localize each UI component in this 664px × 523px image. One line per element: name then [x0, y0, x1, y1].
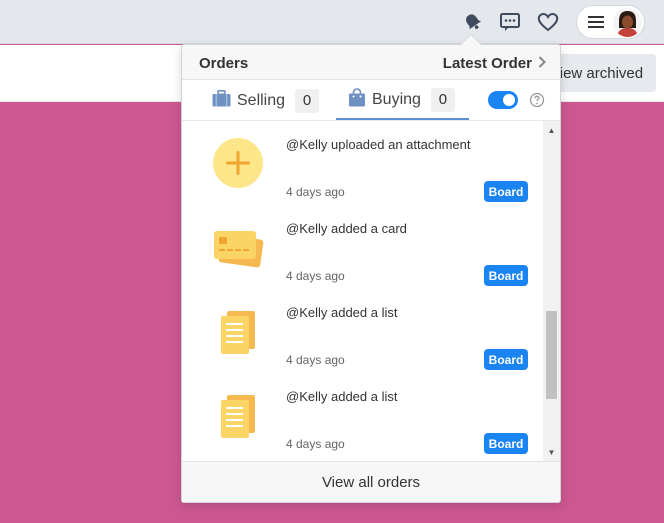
heart-icon[interactable] — [536, 10, 560, 34]
tab-selling-count: 0 — [295, 88, 320, 113]
account-menu-button[interactable] — [576, 5, 645, 39]
orders-tabs: Selling 0 Buying 0 — [182, 81, 560, 121]
tab-buying-label: Buying — [372, 90, 421, 108]
tab-selling-label: Selling — [237, 91, 286, 109]
document-list-icon — [210, 303, 266, 359]
scroll-up-arrow-icon[interactable]: ▲ — [543, 123, 560, 137]
document-list-icon — [210, 387, 266, 443]
item-text: @Kelly added a list — [286, 389, 398, 404]
board-button[interactable]: Board — [484, 265, 528, 286]
list-item[interactable]: @Kelly added a card 4 days ago Board — [182, 205, 542, 289]
item-time: 4 days ago — [286, 269, 345, 283]
latest-order-label: Latest Order — [442, 55, 532, 72]
menu-icon — [588, 15, 604, 34]
view-all-orders-link[interactable]: View all orders — [182, 461, 560, 502]
tab-buying-count: 0 — [430, 87, 455, 112]
shopping-bag-icon — [348, 87, 366, 112]
briefcase-icon — [212, 89, 231, 112]
board-button[interactable]: Board — [484, 433, 528, 454]
scrollbar[interactable]: ▲ ▼ — [543, 121, 560, 461]
help-icon[interactable] — [529, 92, 545, 113]
tab-selling[interactable]: Selling 0 — [212, 81, 320, 120]
chevron-right-icon — [538, 55, 546, 72]
plus-circle-icon — [210, 135, 266, 191]
latest-order-link[interactable]: Latest Order — [443, 55, 546, 72]
list-item[interactable]: @Kelly added a list 4 days ago Board — [182, 289, 542, 373]
item-time: 4 days ago — [286, 353, 345, 367]
orders-dropdown: Orders Latest Order Selling 0 Buying 0 @… — [181, 44, 561, 503]
item-text: @Kelly added a list — [286, 305, 398, 320]
item-time: 4 days ago — [286, 185, 345, 199]
orders-list: @Kelly uploaded an attachment 4 days ago… — [182, 121, 560, 461]
scroll-thumb[interactable] — [546, 311, 557, 399]
top-navbar — [0, 0, 664, 44]
chat-icon[interactable] — [498, 10, 522, 34]
bell-icon[interactable] — [461, 10, 485, 34]
item-text: @Kelly added a card — [286, 221, 407, 236]
board-button[interactable]: Board — [484, 181, 528, 202]
tab-buying[interactable]: Buying 0 — [336, 81, 469, 120]
avatar — [613, 8, 642, 37]
board-button[interactable]: Board — [484, 349, 528, 370]
list-item[interactable]: @Kelly uploaded an attachment 4 days ago… — [182, 121, 542, 205]
orders-title: Orders — [199, 55, 249, 72]
item-time: 4 days ago — [286, 437, 345, 451]
list-item[interactable]: @Kelly added a list 4 days ago Board — [182, 373, 542, 457]
orders-header: Orders Latest Order — [182, 45, 560, 80]
notifications-toggle[interactable] — [488, 91, 518, 109]
scroll-down-arrow-icon[interactable]: ▼ — [543, 445, 560, 459]
item-text: @Kelly uploaded an attachment — [286, 137, 471, 152]
credit-card-icon — [210, 219, 266, 275]
